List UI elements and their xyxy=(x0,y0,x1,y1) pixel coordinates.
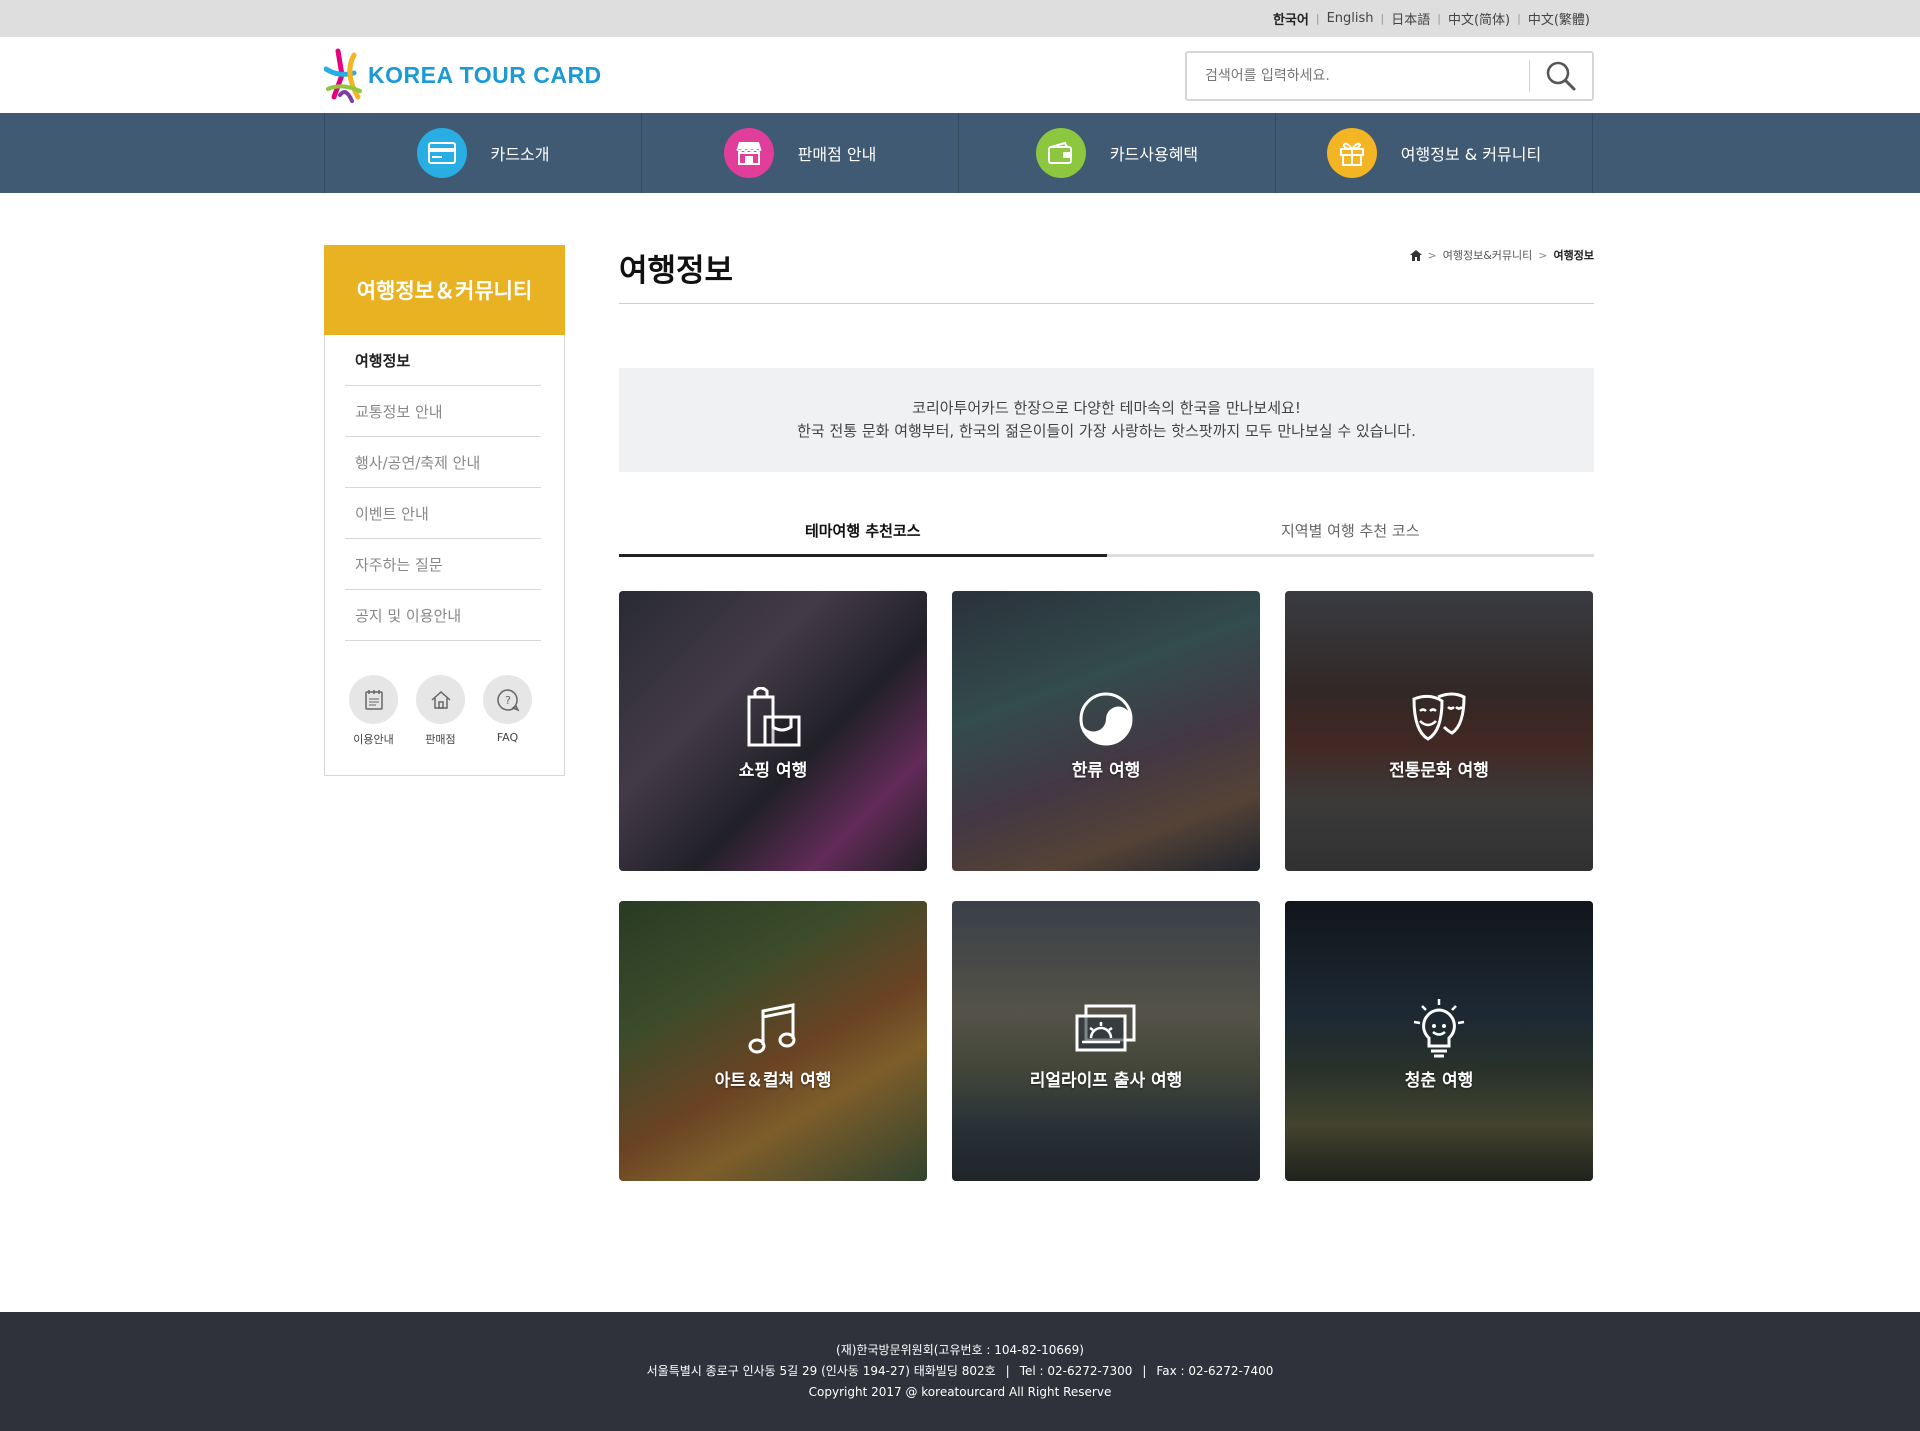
sidebar-item-events-festivals[interactable]: 행사/공연/축제 안내 xyxy=(345,437,541,488)
quick-usage-guide[interactable]: 이용안내 xyxy=(349,675,398,747)
lang-separator: | xyxy=(1380,12,1385,25)
footer-fax: Fax : 02-6272-7400 xyxy=(1156,1364,1274,1378)
nav-label: 판매점 안내 xyxy=(797,145,877,164)
lang-japanese[interactable]: 日本語 xyxy=(1387,9,1434,28)
card-art-culture[interactable]: 아트＆컬쳐 여행 xyxy=(619,901,927,1181)
lang-separator: | xyxy=(1517,12,1521,25)
taegeuk-icon xyxy=(1078,686,1134,752)
card-label: 전통문화 여행 xyxy=(1389,761,1489,781)
nav-label: 카드사용혜택 xyxy=(1109,145,1199,164)
breadcrumb: > 여행정보&커뮤니티 > 여행정보 xyxy=(1409,245,1594,265)
theme-card-grid: 쇼핑 여행 한류 여행 전통문화 여행 아트＆컬쳐 여행 리얼라이프 출사 여행… xyxy=(619,591,1594,1181)
card-hallyu[interactable]: 한류 여행 xyxy=(952,591,1260,871)
lang-separator: | xyxy=(1437,12,1441,25)
language-selector: 한국어 | English | 日本語 | 中文(简体) | 中文(繁體) xyxy=(1269,0,1594,37)
top-bar: 한국어 | English | 日本語 | 中文(简体) | 中文(繁體) xyxy=(0,0,1920,37)
card-shopping[interactable]: 쇼핑 여행 xyxy=(619,591,927,871)
sidebar-menu: 여행정보 교통정보 안내 행사/공연/축제 안내 이벤트 안내 자주하는 질문 … xyxy=(345,335,541,641)
quick-label: FAQ xyxy=(496,731,519,744)
footer-separator: | xyxy=(1005,1364,1010,1378)
logo[interactable]: KOREA TOUR CARD xyxy=(324,47,602,103)
notepad-icon xyxy=(349,675,398,724)
lang-english[interactable]: English xyxy=(1323,11,1378,26)
nav-label: 카드소개 xyxy=(490,145,550,164)
gift-icon xyxy=(1326,128,1377,178)
nav-store-guide[interactable]: 판매점 안내 xyxy=(642,113,959,193)
logo-text: KOREA TOUR CARD xyxy=(368,61,602,88)
lightbulb-icon xyxy=(1409,996,1469,1062)
breadcrumb-current: 여행정보 xyxy=(1553,249,1594,262)
shopping-bag-icon xyxy=(743,686,803,752)
lang-chinese-traditional[interactable]: 中文(繁體) xyxy=(1524,9,1594,28)
card-label: 쇼핑 여행 xyxy=(738,761,808,781)
nav-card-intro[interactable]: 카드소개 xyxy=(325,113,642,193)
breadcrumb-item[interactable]: 여행정보&커뮤니티 xyxy=(1443,247,1533,263)
card-youth[interactable]: 청춘 여행 xyxy=(1285,901,1593,1181)
main-navigation: 카드소개 판매점 안내 카드사용혜택 여행정보 & 커뮤니티 xyxy=(0,113,1920,193)
home-icon xyxy=(416,675,465,724)
photo-icon xyxy=(1074,996,1138,1062)
main-content: 여행정보 > 여행정보&커뮤니티 > 여행정보 코리아투어카드 한장으로 다양한… xyxy=(619,245,1594,1181)
sidebar: 여행정보＆커뮤니티 여행정보 교통정보 안내 행사/공연/축제 안내 이벤트 안… xyxy=(324,245,565,776)
quick-faq[interactable]: ? FAQ xyxy=(483,675,532,747)
lang-separator: | xyxy=(1315,12,1320,25)
card-label: 리얼라이프 출사 여행 xyxy=(1029,1071,1183,1091)
card-real-life-photo[interactable]: 리얼라이프 출사 여행 xyxy=(952,901,1260,1181)
sidebar-item-event-guide[interactable]: 이벤트 안내 xyxy=(345,488,541,539)
card-icon xyxy=(416,128,467,178)
quick-label: 판매점 xyxy=(425,733,456,746)
lang-chinese-simplified[interactable]: 中文(简体) xyxy=(1444,9,1514,28)
search-icon xyxy=(1546,61,1576,91)
question-icon: ? xyxy=(483,675,532,724)
sidebar-item-travel-info[interactable]: 여행정보 xyxy=(345,335,541,386)
quick-store[interactable]: 판매점 xyxy=(416,675,465,747)
store-icon xyxy=(723,128,774,178)
quick-label: 이용안내 xyxy=(353,733,394,746)
sidebar-item-transport[interactable]: 교통정보 안내 xyxy=(345,386,541,437)
sidebar-title: 여행정보＆커뮤니티 xyxy=(324,245,565,335)
svg-text:?: ? xyxy=(505,694,511,707)
tab-regional-course[interactable]: 지역별 여행 추천 코스 xyxy=(1106,515,1594,557)
footer: (재)한국방문위원회(고유번호 : 104-82-10669) 서울특별시 종로… xyxy=(0,1312,1920,1431)
course-tabs: 테마여행 추천코스 지역별 여행 추천 코스 xyxy=(619,515,1594,557)
footer-contact: 서울특별시 종로구 인사동 5길 29 (인사동 194-27) 태화빌딩 80… xyxy=(647,1361,1274,1382)
intro-line: 한국 전통 문화 여행부터, 한국의 젊은이들이 가장 사랑하는 핫스팟까지 모… xyxy=(797,422,1416,440)
nav-card-benefits[interactable]: 카드사용혜택 xyxy=(959,113,1276,193)
intro-box: 코리아투어카드 한장으로 다양한 테마속의 한국을 만나보세요! 한국 전통 문… xyxy=(619,368,1594,472)
card-traditional-culture[interactable]: 전통문화 여행 xyxy=(1285,591,1593,871)
intro-line: 코리아투어카드 한장으로 다양한 테마속의 한국을 만나보세요! xyxy=(912,399,1301,417)
sidebar-item-notice[interactable]: 공지 및 이용안내 xyxy=(345,590,541,641)
footer-org: (재)한국방문위원회(고유번호 : 104-82-10669) xyxy=(836,1343,1084,1357)
wallet-icon xyxy=(1035,128,1086,178)
masks-icon xyxy=(1408,686,1470,752)
card-label: 아트＆컬쳐 여행 xyxy=(714,1071,832,1091)
logo-mark-icon xyxy=(324,48,362,103)
nav-label: 여행정보 & 커뮤니티 xyxy=(1400,145,1542,164)
breadcrumb-separator: > xyxy=(1427,248,1437,262)
breadcrumb-separator: > xyxy=(1538,248,1548,262)
footer-separator: | xyxy=(1142,1364,1147,1378)
search-box xyxy=(1185,51,1594,101)
quick-links: 이용안내 판매점 ? FAQ xyxy=(349,675,532,747)
header: KOREA TOUR CARD xyxy=(0,37,1920,113)
title-divider xyxy=(619,303,1594,304)
footer-copyright: Copyright 2017 @ koreatourcard All Right… xyxy=(808,1385,1112,1399)
search-button[interactable] xyxy=(1530,53,1592,99)
lang-korean[interactable]: 한국어 xyxy=(1269,9,1313,28)
nav-travel-community[interactable]: 여행정보 & 커뮤니티 xyxy=(1276,113,1593,193)
sidebar-item-faq[interactable]: 자주하는 질문 xyxy=(345,539,541,590)
card-label: 한류 여행 xyxy=(1071,761,1141,781)
music-note-icon xyxy=(747,996,799,1062)
footer-tel: Tel : 02-6272-7300 xyxy=(1019,1364,1133,1378)
home-icon[interactable] xyxy=(1409,249,1422,261)
footer-address: 서울특별시 종로구 인사동 5길 29 (인사동 194-27) 태화빌딩 80… xyxy=(646,1364,996,1378)
search-input[interactable] xyxy=(1187,53,1529,99)
tab-theme-course[interactable]: 테마여행 추천코스 xyxy=(619,515,1107,557)
card-label: 청춘 여행 xyxy=(1404,1071,1474,1091)
